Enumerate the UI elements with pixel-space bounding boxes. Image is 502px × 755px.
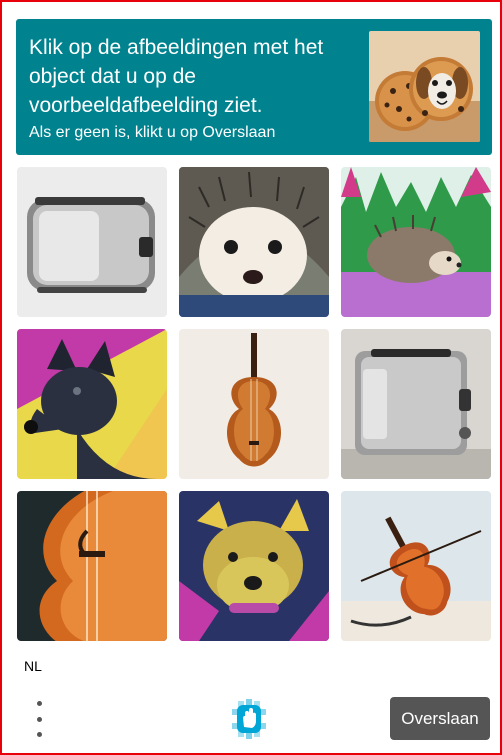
language-label[interactable]: NL: [24, 658, 42, 674]
prompt-subtitle: Als er geen is, klikt u op Overslaan: [29, 124, 276, 141]
grid-tile-toaster-2[interactable]: [341, 329, 491, 479]
hcaptcha-logo-icon[interactable]: [232, 699, 266, 739]
grid-tile-hedgehog-watercolor[interactable]: [341, 167, 491, 317]
captcha-frame: Klik op de afbeeldingen met het object d…: [0, 0, 502, 755]
grid-tile-black-dog[interactable]: [17, 329, 167, 479]
grid-tile-violin-closeup[interactable]: [17, 491, 167, 641]
grid-tile-toaster[interactable]: [17, 167, 167, 317]
grid-tile-hedgehog[interactable]: [179, 167, 329, 317]
more-vertical-icon[interactable]: [26, 701, 52, 737]
prompt-banner: Klik op de afbeeldingen met het object d…: [16, 19, 492, 155]
example-image: [369, 31, 480, 142]
grid-tile-violin[interactable]: [179, 329, 329, 479]
prompt-title: Klik op de afbeeldingen met het object d…: [29, 36, 324, 117]
skip-button[interactable]: Overslaan: [390, 697, 490, 740]
grid-tile-terrier-dog[interactable]: [179, 491, 329, 641]
grid-tile-violin-painting[interactable]: [341, 491, 491, 641]
